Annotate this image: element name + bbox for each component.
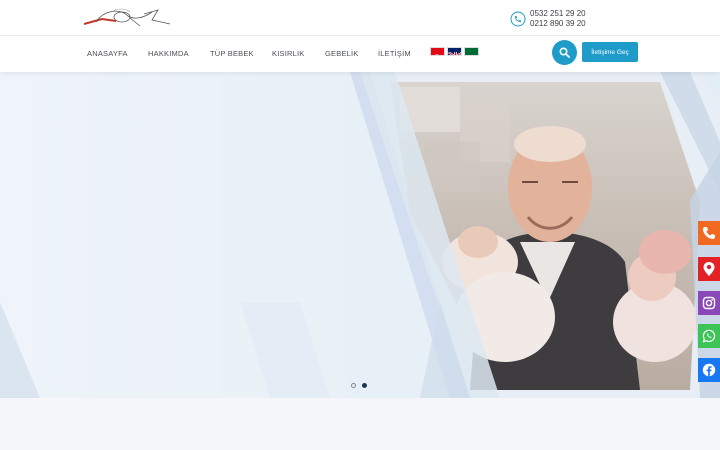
nav-item-gebelik[interactable]: GEBELİK	[325, 49, 359, 58]
slider-dots	[351, 383, 367, 388]
site-logo[interactable]	[82, 6, 174, 30]
hero-slider	[0, 72, 720, 398]
tr-flag-icon[interactable]	[430, 47, 445, 56]
whatsapp-button[interactable]	[698, 324, 720, 348]
location-button[interactable]	[698, 257, 720, 281]
section-background	[0, 398, 720, 450]
hero-slide-image	[0, 72, 720, 398]
phone-number-1[interactable]: 0532 251 29 20	[530, 9, 586, 19]
phone-icon	[703, 227, 715, 239]
top-bar: 0532 251 29 20 0212 890 39 20	[0, 0, 720, 36]
instagram-icon	[702, 296, 716, 310]
slider-dot-2[interactable]	[362, 383, 367, 388]
nav-item-kisirlik[interactable]: KISIRLIK	[272, 49, 304, 58]
whatsapp-icon	[702, 329, 716, 343]
instagram-button[interactable]	[698, 291, 720, 315]
phone-number-2[interactable]: 0212 890 39 20	[530, 19, 586, 29]
nav-item-tup-bebek[interactable]: TÜP BEBEK	[210, 49, 254, 58]
nav-item-iletisim[interactable]: İLETİŞİM	[378, 49, 411, 58]
contact-button[interactable]: İletişime Geç	[582, 42, 638, 62]
facebook-icon	[702, 363, 716, 377]
facebook-button[interactable]	[698, 358, 720, 382]
phone-call-icon	[510, 11, 526, 27]
main-navigation: ANASAYFA HAKKIMDA TÜP BEBEK KISIRLIK GEB…	[0, 36, 720, 72]
uk-flag-icon[interactable]	[447, 47, 462, 56]
search-button[interactable]	[552, 40, 577, 65]
slider-dot-1[interactable]	[351, 383, 356, 388]
phone-numbers: 0532 251 29 20 0212 890 39 20	[510, 8, 586, 30]
location-icon	[703, 262, 715, 276]
nav-item-anasayfa[interactable]: ANASAYFA	[87, 49, 128, 58]
search-icon	[559, 47, 570, 58]
nav-item-hakkimda[interactable]: HAKKIMDA	[148, 49, 189, 58]
sa-flag-icon[interactable]	[464, 47, 479, 56]
phone-button[interactable]	[698, 221, 720, 245]
